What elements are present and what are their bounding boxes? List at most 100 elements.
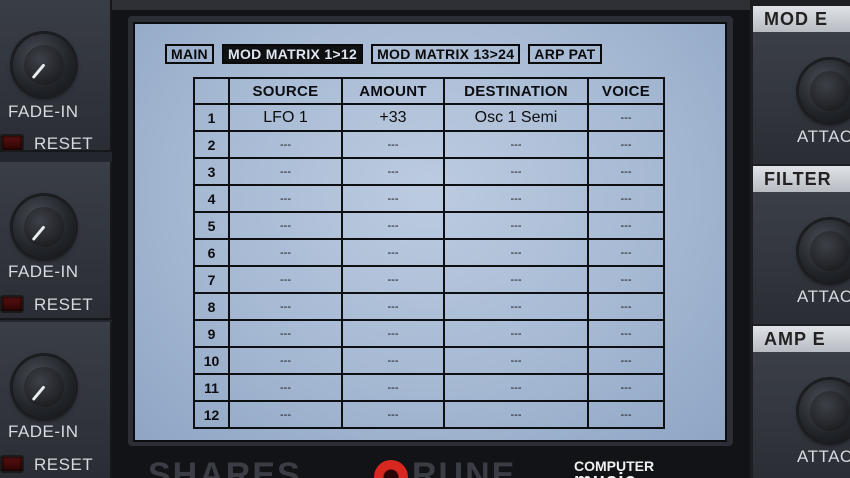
destination-cell[interactable]: --- — [443, 346, 589, 375]
reset-button[interactable] — [0, 295, 24, 313]
amp-env-panel: ATTAC — [753, 352, 850, 478]
table-row: 11 --- --- --- --- — [193, 373, 665, 402]
row-index: 10 — [193, 346, 230, 375]
destination-cell[interactable]: --- — [443, 184, 589, 213]
fade-in-panel-3: FADE-IN RESET — [0, 322, 112, 478]
amount-cell[interactable]: --- — [341, 130, 445, 159]
destination-cell[interactable]: --- — [443, 292, 589, 321]
source-cell[interactable]: --- — [228, 319, 343, 348]
amount-cell[interactable]: --- — [341, 265, 445, 294]
voice-cell[interactable]: --- — [587, 346, 665, 375]
tab-mod-matrix-13-24[interactable]: MOD MATRIX 13>24 — [371, 44, 521, 64]
row-index: 7 — [193, 265, 230, 294]
product-logo-left: SHARES — [148, 456, 302, 478]
column-header-amount: AMOUNT — [341, 77, 445, 105]
amount-cell[interactable]: --- — [341, 292, 445, 321]
amount-cell[interactable]: --- — [341, 184, 445, 213]
destination-cell[interactable]: --- — [443, 130, 589, 159]
source-cell[interactable]: --- — [228, 265, 343, 294]
tab-main[interactable]: MAIN — [165, 44, 214, 64]
destination-cell[interactable]: --- — [443, 319, 589, 348]
section-header-mod-env: MOD E — [753, 6, 850, 32]
amount-cell[interactable]: --- — [341, 373, 445, 402]
voice-cell[interactable]: --- — [587, 238, 665, 267]
row-index: 12 — [193, 400, 230, 429]
table-row: 10 --- --- --- --- — [193, 346, 665, 375]
mod-env-attack-knob[interactable] — [799, 60, 850, 122]
destination-cell[interactable]: --- — [443, 265, 589, 294]
source-cell[interactable]: --- — [228, 157, 343, 186]
filter-env-panel: ATTAC — [753, 192, 850, 324]
column-header-voice: VOICE — [587, 77, 665, 105]
amount-cell[interactable]: --- — [341, 346, 445, 375]
voice-cell[interactable]: --- — [587, 292, 665, 321]
voice-cell[interactable]: --- — [587, 211, 665, 240]
voice-cell[interactable]: --- — [587, 130, 665, 159]
destination-cell[interactable]: --- — [443, 238, 589, 267]
voice-cell[interactable]: --- — [587, 265, 665, 294]
source-cell[interactable]: --- — [228, 211, 343, 240]
table-row: 1 LFO 1 +33 Osc 1 Semi --- — [193, 103, 665, 132]
table-row: 6 --- --- --- --- — [193, 238, 665, 267]
amount-cell[interactable]: --- — [341, 400, 445, 429]
row-index: 4 — [193, 184, 230, 213]
fade-in-knob[interactable] — [13, 356, 75, 418]
amount-cell[interactable]: --- — [341, 211, 445, 240]
amp-env-attack-knob[interactable] — [799, 380, 850, 442]
destination-cell[interactable]: Osc 1 Semi — [443, 103, 589, 132]
destination-cell[interactable]: --- — [443, 373, 589, 402]
reset-button[interactable] — [0, 134, 24, 152]
source-cell[interactable]: LFO 1 — [228, 103, 343, 132]
voice-cell[interactable]: --- — [587, 184, 665, 213]
product-logo-right: RUNE — [412, 456, 517, 478]
voice-cell[interactable]: --- — [587, 373, 665, 402]
attack-label: ATTAC — [797, 447, 850, 466]
reset-label: RESET — [34, 295, 94, 314]
amount-cell[interactable]: +33 — [341, 103, 445, 132]
voice-cell[interactable]: --- — [587, 103, 665, 132]
fade-in-panel-2: FADE-IN RESET — [0, 162, 112, 320]
voice-cell[interactable]: --- — [587, 319, 665, 348]
fade-in-knob[interactable] — [13, 196, 75, 258]
voice-cell[interactable]: --- — [587, 157, 665, 186]
row-index: 2 — [193, 130, 230, 159]
tab-arp-pat[interactable]: ARP PAT — [528, 44, 602, 64]
destination-cell[interactable]: --- — [443, 211, 589, 240]
source-cell[interactable]: --- — [228, 292, 343, 321]
tab-mod-matrix-1-12[interactable]: MOD MATRIX 1>12 — [221, 44, 364, 64]
row-index: 3 — [193, 157, 230, 186]
section-header-amp-env: AMP E — [753, 326, 850, 352]
source-cell[interactable]: --- — [228, 184, 343, 213]
source-cell[interactable]: --- — [228, 400, 343, 429]
reset-label: RESET — [34, 455, 94, 474]
filter-env-attack-knob[interactable] — [799, 220, 850, 282]
table-row: 2 --- --- --- --- — [193, 130, 665, 159]
mod-env-panel: ATTAC — [753, 32, 850, 164]
source-cell[interactable]: --- — [228, 346, 343, 375]
table-row: 7 --- --- --- --- — [193, 265, 665, 294]
amount-cell[interactable]: --- — [341, 238, 445, 267]
table-row: 12 --- --- --- --- — [193, 400, 665, 429]
table-row: 5 --- --- --- --- — [193, 211, 665, 240]
table-row: 8 --- --- --- --- — [193, 292, 665, 321]
attack-label: ATTAC — [797, 287, 850, 306]
row-index: 11 — [193, 373, 230, 402]
fade-in-label: FADE-IN — [8, 262, 79, 281]
source-cell[interactable]: --- — [228, 238, 343, 267]
voice-cell[interactable]: --- — [587, 400, 665, 429]
reset-button[interactable] — [0, 455, 24, 473]
tab-bar: MAIN MOD MATRIX 1>12 MOD MATRIX 13>24 AR… — [165, 44, 602, 68]
source-cell[interactable]: --- — [228, 373, 343, 402]
fade-in-panel-1: FADE-IN RESET — [0, 0, 112, 153]
column-header-source: SOURCE — [228, 77, 343, 105]
amount-cell[interactable]: --- — [341, 157, 445, 186]
reset-label: RESET — [34, 134, 94, 153]
fade-in-knob[interactable] — [13, 34, 75, 96]
destination-cell[interactable]: --- — [443, 400, 589, 429]
row-index: 6 — [193, 238, 230, 267]
row-index: 8 — [193, 292, 230, 321]
table-header-row: SOURCE AMOUNT DESTINATION VOICE — [193, 77, 665, 105]
source-cell[interactable]: --- — [228, 130, 343, 159]
destination-cell[interactable]: --- — [443, 157, 589, 186]
amount-cell[interactable]: --- — [341, 319, 445, 348]
